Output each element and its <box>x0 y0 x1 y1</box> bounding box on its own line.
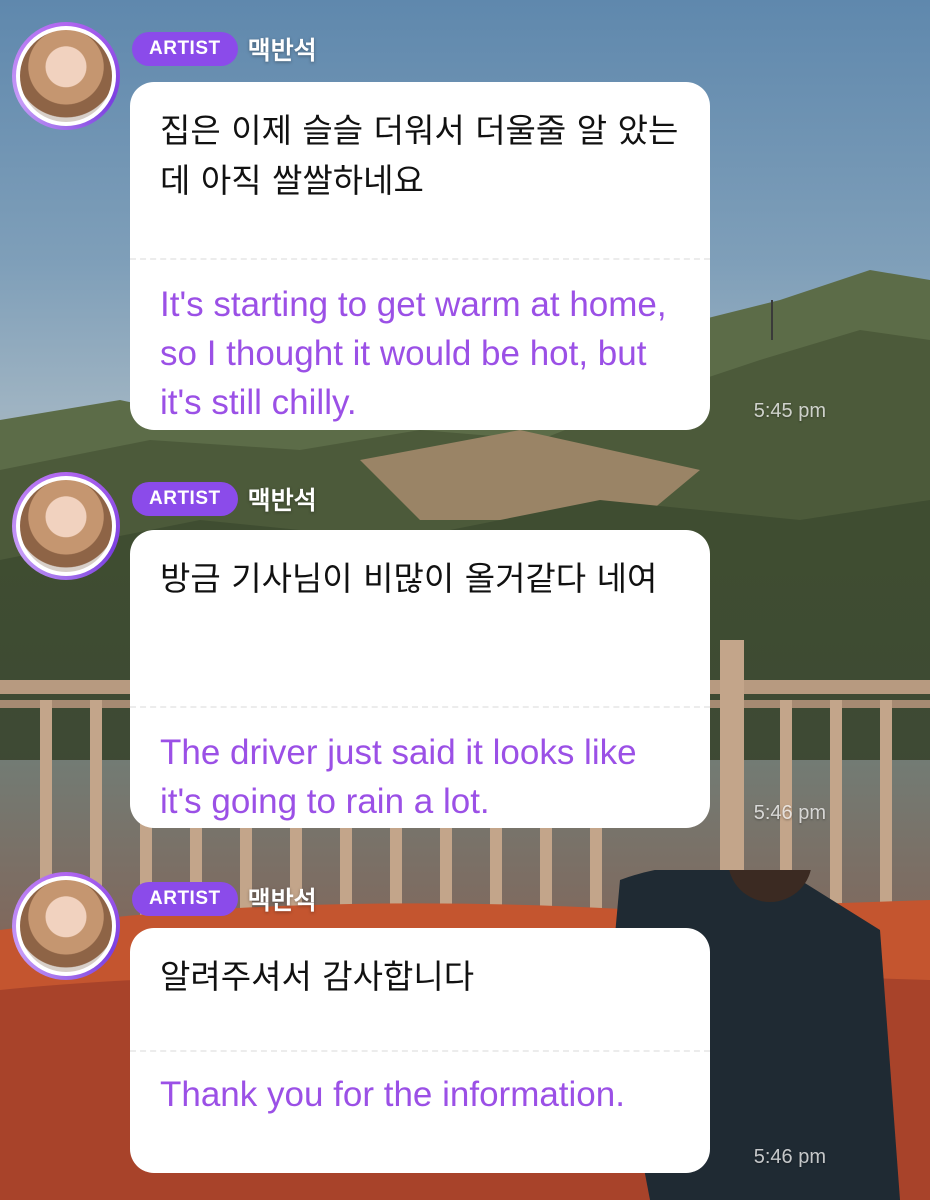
message-timestamp: 5:45 pm <box>753 400 826 422</box>
message-timestamp: 5:46 pm <box>753 802 826 824</box>
translated-text: Thank you for the information. <box>160 1075 625 1114</box>
avatar-photo-icon <box>20 480 112 572</box>
avatar-photo-icon <box>20 30 112 122</box>
message-bubble[interactable]: 방금 기사님이 비많이 올거같다 네여 The driver just said… <box>130 530 710 828</box>
translated-text: It's starting to get warm at home, so I … <box>160 285 667 422</box>
avatar-photo-icon <box>20 880 112 972</box>
artist-badge: ARTIST <box>132 482 238 516</box>
sender-name[interactable]: 맥반석 <box>248 881 317 917</box>
artist-badge: ARTIST <box>132 32 238 66</box>
message-bubble[interactable]: 알려주셔서 감사합니다 Thank you for the informatio… <box>130 928 710 1173</box>
artist-avatar[interactable] <box>12 472 120 580</box>
sender-name[interactable]: 맥반석 <box>248 31 317 67</box>
artist-badge: ARTIST <box>132 882 238 916</box>
original-text: 방금 기사님이 비많이 올거같다 네여 <box>160 559 658 598</box>
message-timestamp: 5:46 pm <box>753 1146 826 1168</box>
artist-avatar[interactable] <box>12 22 120 130</box>
artist-avatar[interactable] <box>12 872 120 980</box>
message-bubble[interactable]: 집은 이제 슬슬 더워서 더울줄 알 았는데 아직 쌀쌀하네요 It's sta… <box>130 82 710 430</box>
original-text: 집은 이제 슬슬 더워서 더울줄 알 았는데 아직 쌀쌀하네요 <box>160 111 679 200</box>
original-text: 알려주셔서 감사합니다 <box>160 957 475 996</box>
sender-name[interactable]: 맥반석 <box>248 481 317 517</box>
translated-text: The driver just said it looks like it's … <box>160 733 637 821</box>
